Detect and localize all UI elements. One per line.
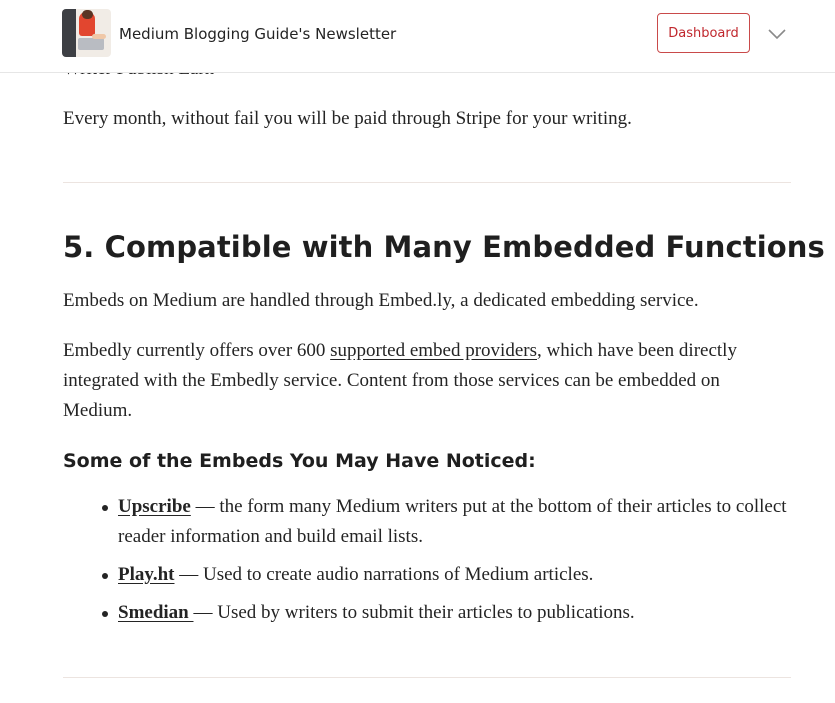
supported-embed-providers-link[interactable]: supported embed providers	[330, 340, 537, 361]
list-item: Play.ht — Used to create audio narration…	[102, 560, 793, 590]
stripe-paragraph: Every month, without fail you will be pa…	[63, 108, 632, 129]
list-item: Smedian — Used by writers to submit thei…	[102, 598, 793, 628]
publication-header: Medium Blogging Guide's Newsletter Dashb…	[0, 0, 835, 73]
providers-paragraph: Embedly currently offers over 600 suppor…	[63, 336, 793, 426]
publication-name[interactable]: Medium Blogging Guide's Newsletter	[119, 25, 396, 43]
upscribe-description: — the form many Medium writers put at th…	[118, 496, 787, 547]
section-heading: 5. Compatible with Many Embedded Functio…	[63, 230, 825, 264]
upscribe-link[interactable]: Upscribe	[118, 496, 191, 517]
chevron-down-icon[interactable]	[766, 24, 788, 44]
section-divider	[63, 677, 791, 678]
embedly-intro-paragraph: Embeds on Medium are handled through Emb…	[63, 290, 699, 311]
providers-text-before: Embedly currently offers over 600	[63, 340, 331, 361]
smedian-description: — Used by writers to submit their articl…	[193, 602, 635, 623]
smedian-link[interactable]: Smedian	[118, 602, 194, 623]
section-divider	[63, 182, 791, 183]
embeds-subheading: Some of the Embeds You May Have Noticed:	[63, 450, 536, 472]
playht-description: — Used to create audio narrations of Med…	[174, 564, 594, 585]
dashboard-button[interactable]: Dashboard	[657, 13, 750, 53]
embeds-list: Upscribe — the form many Medium writers …	[102, 492, 793, 636]
publication-logo[interactable]	[62, 9, 111, 57]
playht-link[interactable]: Play.ht	[118, 564, 174, 585]
list-item: Upscribe — the form many Medium writers …	[102, 492, 793, 552]
